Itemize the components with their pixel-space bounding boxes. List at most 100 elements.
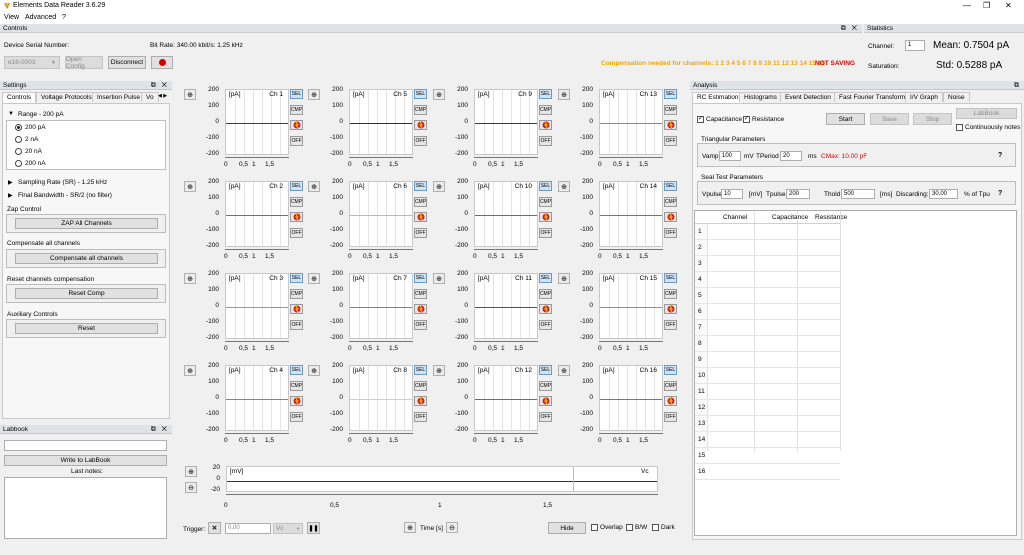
sel-button[interactable]: SEL <box>290 273 303 283</box>
hide-button[interactable]: Hide <box>548 522 586 534</box>
sel-button[interactable]: SEL <box>414 365 427 375</box>
table-row[interactable]: 11 <box>695 384 840 400</box>
sel-button[interactable]: SEL <box>414 273 427 283</box>
serial-select[interactable]: e16-0003 ▼ <box>4 56 60 69</box>
close-button[interactable]: ✕ <box>1005 1 1012 10</box>
sel-button[interactable]: SEL <box>290 89 303 99</box>
time-zoom-in-button[interactable]: ⊕ <box>404 522 416 533</box>
menu-advanced[interactable]: Advanced <box>25 14 56 21</box>
zap-all-button[interactable]: ZAP All Channels <box>15 218 158 229</box>
sel-button[interactable]: SEL <box>539 273 552 283</box>
table-row[interactable]: 7 <box>695 320 840 336</box>
save-button[interactable]: Save <box>870 113 909 125</box>
cmp-button[interactable]: CMP <box>539 381 552 391</box>
menu-view[interactable]: View <box>4 14 19 21</box>
tperiod-spinbox[interactable]: 20 <box>780 151 802 161</box>
cmp-button[interactable]: CMP <box>664 197 677 207</box>
off-button[interactable]: OFF <box>290 228 303 238</box>
sel-button[interactable]: SEL <box>290 181 303 191</box>
triangular-help-icon[interactable]: ? <box>998 152 1002 159</box>
settings-tab-scroll[interactable]: ◀ ▶ <box>158 93 167 99</box>
zap-icon[interactable] <box>539 304 552 314</box>
cmp-button[interactable]: CMP <box>290 105 303 115</box>
off-button[interactable]: OFF <box>414 136 427 146</box>
radio-200pa[interactable] <box>15 124 22 131</box>
table-row[interactable]: 9 <box>695 352 840 368</box>
analysis-tab-rc[interactable]: RC Estimation <box>692 92 744 103</box>
cmp-button[interactable]: CMP <box>290 197 303 207</box>
cmp-button[interactable]: CMP <box>539 197 552 207</box>
zap-icon[interactable] <box>664 120 677 130</box>
resistance-checkbox[interactable]: ✓ <box>743 116 750 123</box>
cmp-button[interactable]: CMP <box>290 381 303 391</box>
cmp-button[interactable]: CMP <box>414 105 427 115</box>
radio-2na[interactable] <box>15 136 22 143</box>
off-button[interactable]: OFF <box>290 136 303 146</box>
dock-close-icon[interactable]: ⧉ ✕ <box>151 81 169 90</box>
zoom-in-button[interactable]: ⊕ <box>433 89 445 100</box>
zoom-in-button[interactable]: ⊕ <box>558 89 570 100</box>
off-button[interactable]: OFF <box>290 412 303 422</box>
table-row[interactable]: 2 <box>695 240 840 256</box>
zoom-in-button[interactable]: ⊕ <box>558 273 570 284</box>
table-row[interactable]: 5 <box>695 288 840 304</box>
continuously-notes-checkbox[interactable] <box>956 124 963 131</box>
zap-icon[interactable] <box>539 396 552 406</box>
table-header-resistance[interactable]: Resistance <box>815 214 847 221</box>
off-button[interactable]: OFF <box>664 136 677 146</box>
zap-icon[interactable] <box>290 304 303 314</box>
off-button[interactable]: OFF <box>539 412 552 422</box>
analysis-tab-histograms[interactable]: Histograms <box>739 92 782 102</box>
zap-icon[interactable] <box>414 212 427 222</box>
zap-icon[interactable] <box>664 212 677 222</box>
zap-icon[interactable] <box>290 120 303 130</box>
overlap-checkbox[interactable] <box>591 524 598 531</box>
off-button[interactable]: OFF <box>414 228 427 238</box>
expand-arrow-icon[interactable]: ▶ <box>8 179 13 186</box>
minimize-button[interactable]: — <box>963 1 971 10</box>
bw-checkbox[interactable] <box>626 524 633 531</box>
zoom-in-button[interactable]: ⊕ <box>558 365 570 376</box>
table-row[interactable]: 15 <box>695 448 840 464</box>
time-zoom-out-button[interactable]: ⊖ <box>446 522 458 533</box>
analysis-tab-fft[interactable]: Fast Fourier Transform <box>834 92 911 102</box>
off-button[interactable]: OFF <box>414 412 427 422</box>
table-row[interactable]: 1 <box>695 224 840 240</box>
sel-button[interactable]: SEL <box>414 89 427 99</box>
table-row[interactable]: 4 <box>695 272 840 288</box>
tpulse-spinbox[interactable]: 200 <box>786 189 810 199</box>
zap-icon[interactable] <box>414 396 427 406</box>
thold-spinbox[interactable]: 500 <box>841 189 875 199</box>
analysis-tab-noise[interactable]: Noise <box>943 92 970 102</box>
expand-arrow-icon[interactable]: ▶ <box>8 192 13 199</box>
vamp-spinbox[interactable]: 100 <box>719 151 741 161</box>
compensate-all-button[interactable]: Compensate all channels <box>15 253 158 264</box>
open-config-button[interactable]: Open Config <box>65 56 103 70</box>
zoom-in-button[interactable]: ⊕ <box>433 181 445 192</box>
zoom-in-button[interactable]: ⊕ <box>184 89 196 100</box>
start-button[interactable]: Start <box>826 113 865 125</box>
off-button[interactable]: OFF <box>539 228 552 238</box>
labbook-input[interactable] <box>4 440 167 451</box>
sel-button[interactable]: SEL <box>664 273 677 283</box>
zoom-in-button[interactable]: ⊕ <box>433 365 445 376</box>
zap-icon[interactable] <box>664 304 677 314</box>
off-button[interactable]: OFF <box>664 412 677 422</box>
reset-button[interactable]: Reset <box>15 323 158 334</box>
zoom-in-button[interactable]: ⊕ <box>184 181 196 192</box>
zap-icon[interactable] <box>539 120 552 130</box>
analysis-tab-iv[interactable]: I/V Graph <box>905 92 943 102</box>
zoom-in-button[interactable]: ⊕ <box>558 181 570 192</box>
pause-button[interactable]: ❚❚ <box>307 522 320 534</box>
record-button[interactable] <box>151 56 173 69</box>
table-row[interactable]: 3 <box>695 256 840 272</box>
zap-icon[interactable] <box>664 396 677 406</box>
table-header-channel[interactable]: Channel <box>723 214 747 221</box>
zoom-in-button[interactable]: ⊕ <box>308 89 320 100</box>
menu-help[interactable]: ? <box>62 14 66 21</box>
discarding-spinbox[interactable]: 30,00 <box>929 189 958 199</box>
cmp-button[interactable]: CMP <box>539 105 552 115</box>
disconnect-button[interactable]: Disconnect <box>108 56 146 69</box>
stats-channel-spinbox[interactable]: 1 <box>905 40 925 51</box>
zoom-in-button[interactable]: ⊕ <box>184 365 196 376</box>
